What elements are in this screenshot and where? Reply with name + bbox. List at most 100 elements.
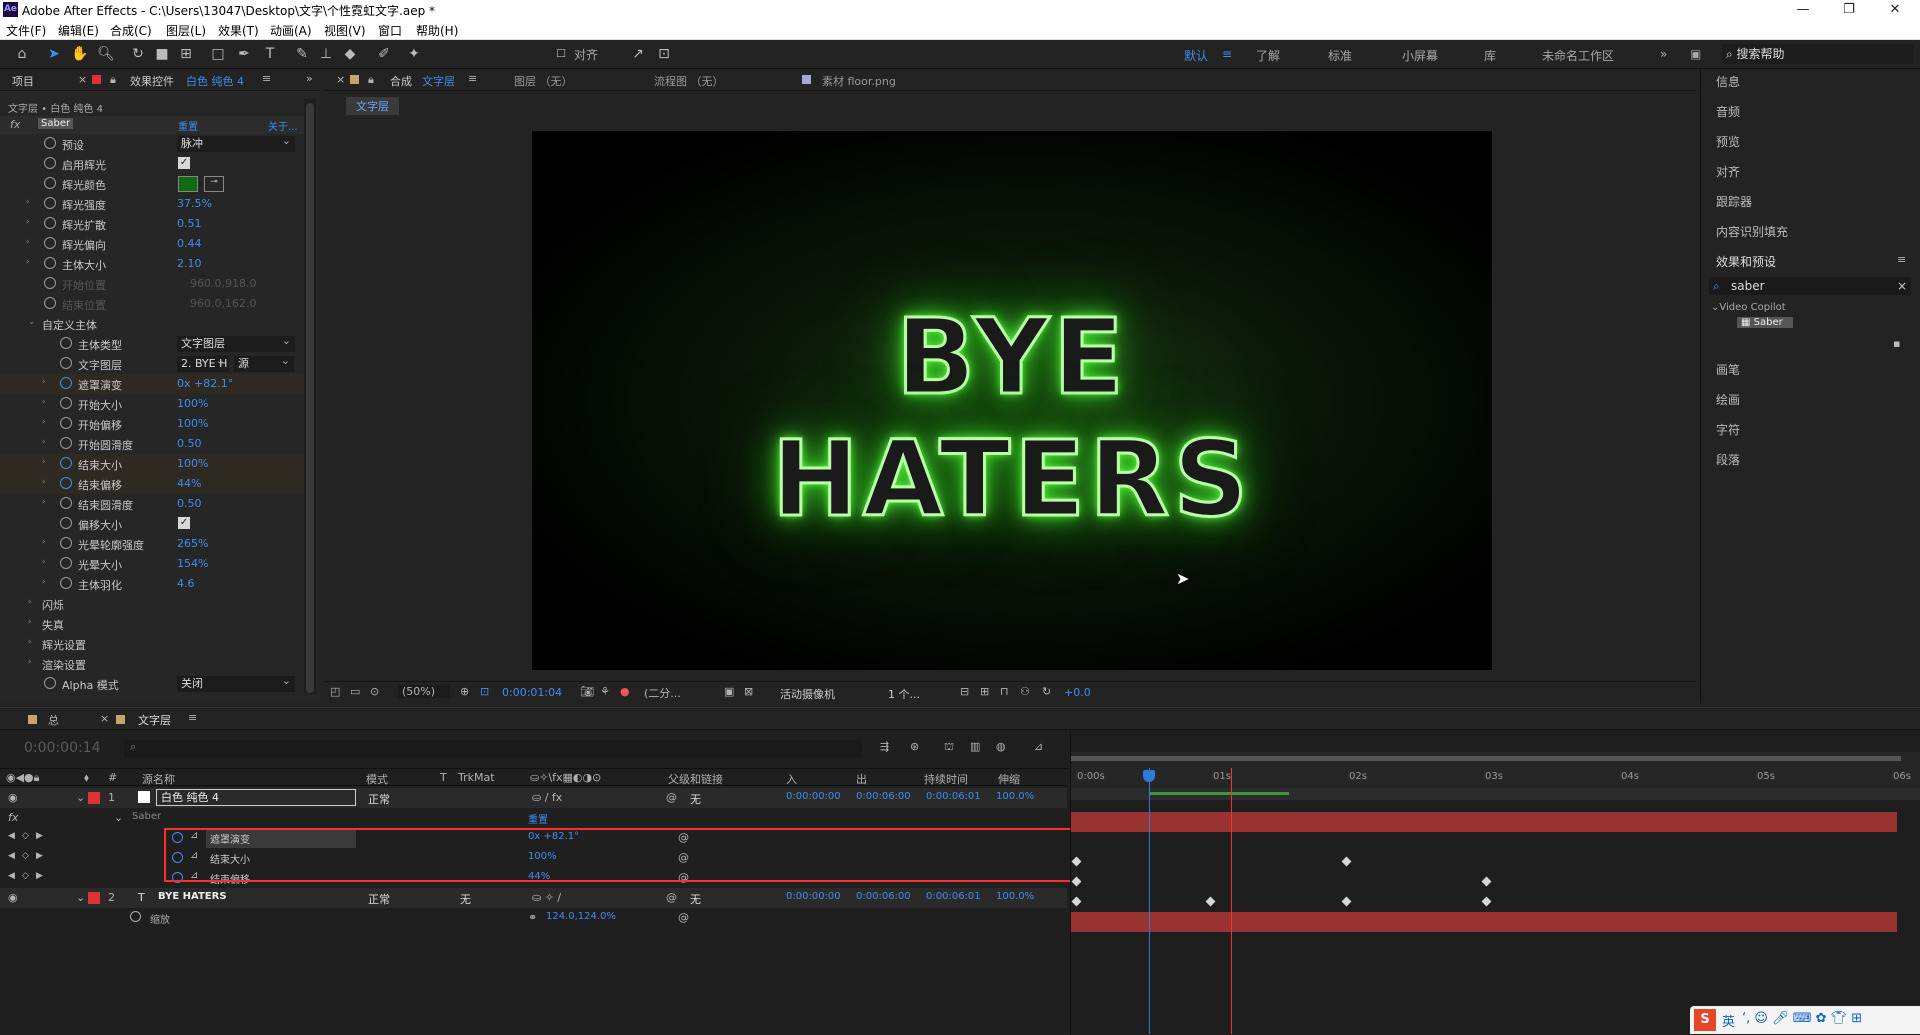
layer2-mode-dropdown[interactable]: 正常 xyxy=(368,891,390,907)
layer2-twirl-icon[interactable]: ⌄ xyxy=(76,891,85,904)
resolution-dropdown[interactable]: (二分... xyxy=(644,685,718,701)
workspace-default[interactable]: 默认 xyxy=(1184,47,1208,64)
layer-out-point[interactable]: 0:00:06:00 xyxy=(856,791,911,802)
puppet-tool-icon[interactable]: ✦ xyxy=(404,45,424,63)
layer2-duration[interactable]: 0:00:06:01 xyxy=(926,891,981,902)
effect-prop-row[interactable]: 主体类型 文字图层 xyxy=(0,333,304,354)
layer2-stretch[interactable]: 100.0% xyxy=(996,891,1034,902)
panel-audio[interactable]: 音频 xyxy=(1716,103,1740,120)
prop-checkbox[interactable]: ✓ xyxy=(178,157,190,169)
stopwatch-icon[interactable] xyxy=(60,457,72,469)
tab-composition[interactable]: 文字层 xyxy=(422,73,455,89)
fx-icon[interactable]: fx xyxy=(10,118,20,131)
composition-viewer[interactable]: BYE HATERS ➤ xyxy=(532,131,1492,670)
workspace-learn[interactable]: 了解 xyxy=(1256,47,1280,64)
zoom-dropdown[interactable]: (50%) xyxy=(398,685,450,698)
effect-prop-row[interactable]: 结束位置 960.0,162.0 xyxy=(0,294,304,314)
constrain-proportions-icon[interactable]: ⚭ xyxy=(528,911,537,924)
rotate-tool-icon[interactable]: ↻ xyxy=(128,45,148,63)
effects-panel-menu-icon[interactable]: ≡ xyxy=(1897,253,1906,266)
comp-subtab[interactable]: 文字层 xyxy=(346,97,399,115)
panel-menu-icon[interactable]: ≡ xyxy=(262,72,271,85)
time-graph[interactable]: 0:00s 01s 02s 03s 04s 05s 06s xyxy=(1070,732,1920,1035)
add-keyframe-icon[interactable]: ◇ xyxy=(22,871,29,881)
effect-prop-row[interactable]: › 辉光强度 37.5% xyxy=(0,194,304,214)
keyframe-diamond[interactable] xyxy=(1341,896,1352,907)
transparency-grid-icon[interactable]: ▣ xyxy=(724,685,734,698)
prop-value[interactable]: 2.10 xyxy=(177,257,202,270)
sync-settings-icon[interactable]: ▣ xyxy=(1690,47,1701,61)
prop-value[interactable]: 37.5% xyxy=(177,197,212,210)
stopwatch-icon[interactable] xyxy=(44,257,56,269)
keyframe-diamond[interactable] xyxy=(1071,896,1082,907)
tab-total[interactable]: 总 xyxy=(48,712,59,728)
panel-brushes[interactable]: 画笔 xyxy=(1716,361,1740,378)
keyframe-diamond[interactable] xyxy=(1481,896,1492,907)
stopwatch-icon[interactable] xyxy=(44,217,56,229)
prop-value[interactable]: 0x +82.1° xyxy=(177,377,233,390)
chevron-right-icon[interactable]: › xyxy=(26,257,30,267)
minimize-button[interactable]: — xyxy=(1780,0,1826,20)
chevron-right-icon[interactable]: › xyxy=(42,497,46,507)
scrollbar-thumb[interactable] xyxy=(306,103,314,693)
color-channels-icon[interactable]: ● xyxy=(620,685,630,698)
workspace-menu-icon[interactable]: ≡ xyxy=(1222,47,1232,61)
effect-prop-row[interactable]: › 开始大小 100% xyxy=(0,394,304,414)
next-keyframe-icon[interactable]: ▶ xyxy=(36,871,43,881)
stopwatch-icon[interactable] xyxy=(60,357,72,369)
stopwatch-icon[interactable] xyxy=(60,557,72,569)
eraser-tool-icon[interactable]: ◆ xyxy=(340,45,360,63)
rectangle-tool-icon[interactable]: □ xyxy=(208,45,228,63)
keyframe-diamond[interactable] xyxy=(1071,856,1082,867)
layer-switches[interactable]: ⛀ / fx xyxy=(532,791,562,804)
prop-value[interactable]: 0.50 xyxy=(177,437,202,450)
tab-flowchart[interactable]: 流程图 （无） xyxy=(654,73,724,89)
layer2-visibility-eye-icon[interactable]: ◉ xyxy=(8,891,18,904)
layer2-pickwhip-icon[interactable]: @ xyxy=(666,891,677,904)
effect-prop-row[interactable]: › 辉光扩散 0.51 xyxy=(0,214,304,234)
selection-tool-icon[interactable]: ➤ xyxy=(44,45,64,63)
prev-keyframe-icon[interactable]: ◀ xyxy=(8,851,15,861)
prop-dropdown[interactable]: 2. BYE H xyxy=(177,353,229,372)
scale-stopwatch-icon[interactable] xyxy=(130,911,141,922)
panel-paint[interactable]: 绘画 xyxy=(1716,391,1740,408)
panel-tracker[interactable]: 跟踪器 xyxy=(1716,193,1752,210)
panel-align[interactable]: 对齐 xyxy=(1716,163,1740,180)
layer2-label-swatch[interactable] xyxy=(88,892,100,904)
chevron-right-icon[interactable]: › xyxy=(42,577,46,587)
workspace-small-screen[interactable]: 小屏幕 xyxy=(1402,47,1438,64)
ime-tools-icons[interactable]: ‘, ☺ 🎤︎ ⌨ ✿ 👕︎ ⊞ xyxy=(1742,1011,1862,1026)
stopwatch-icon[interactable] xyxy=(60,437,72,449)
layer2-parent-dropdown[interactable]: 无 xyxy=(690,891,701,907)
prop-value[interactable]: 0.44 xyxy=(177,237,202,250)
close-tab-icon[interactable]: × xyxy=(78,73,87,86)
header-source-name[interactable]: 源名称 xyxy=(142,771,175,787)
layer-label-swatch[interactable] xyxy=(88,792,100,804)
eyedropper-icon[interactable]: ⊸ xyxy=(204,176,224,192)
comp-panel-menu-icon[interactable]: ≡ xyxy=(468,72,477,85)
zoom-tool-icon[interactable]: 🔍︎ xyxy=(96,45,116,63)
snap-icon[interactable]: ↗ xyxy=(628,45,648,63)
expand-panels-icon[interactable]: » xyxy=(306,72,313,85)
stopwatch-icon[interactable] xyxy=(44,197,56,209)
layer2-name[interactable]: BYE HATERS xyxy=(158,891,227,902)
effect-about-link[interactable]: 关于... xyxy=(268,118,298,133)
layer-mode-dropdown[interactable]: 正常 xyxy=(368,791,390,807)
restore-button[interactable]: ❐ xyxy=(1826,0,1872,20)
layer-search-input[interactable]: ⌕ xyxy=(124,740,862,758)
prop-value[interactable]: 100% xyxy=(177,397,208,410)
chevron-right-icon[interactable]: › xyxy=(42,457,46,467)
chevron-right-icon[interactable]: › xyxy=(26,237,30,247)
effect-prop-row[interactable]: Alpha 模式 关闭 xyxy=(0,673,304,694)
chevron-right-icon[interactable]: › xyxy=(28,597,32,607)
lock-icon[interactable]: 🔒︎ xyxy=(110,73,116,87)
safe-margins-icon[interactable]: ⊕ xyxy=(460,685,469,698)
layer-row-1[interactable]: ◉ ⌄ 1 白色 纯色 4 正常 ⛀ / fx @ 无 0:00:00:00 0… xyxy=(0,788,1067,808)
color-swatch[interactable] xyxy=(178,176,198,192)
effect-prop-row[interactable]: › 失真 xyxy=(0,614,304,634)
effect-prop-row[interactable]: › 主体羽化 4.6 xyxy=(0,574,304,594)
prop-value[interactable]: 100% xyxy=(177,417,208,430)
effect-twirl-icon[interactable]: ⌄ xyxy=(114,811,123,824)
prop-value[interactable]: 100% xyxy=(177,457,208,470)
workspace-unnamed[interactable]: 未命名工作区 xyxy=(1542,47,1614,64)
